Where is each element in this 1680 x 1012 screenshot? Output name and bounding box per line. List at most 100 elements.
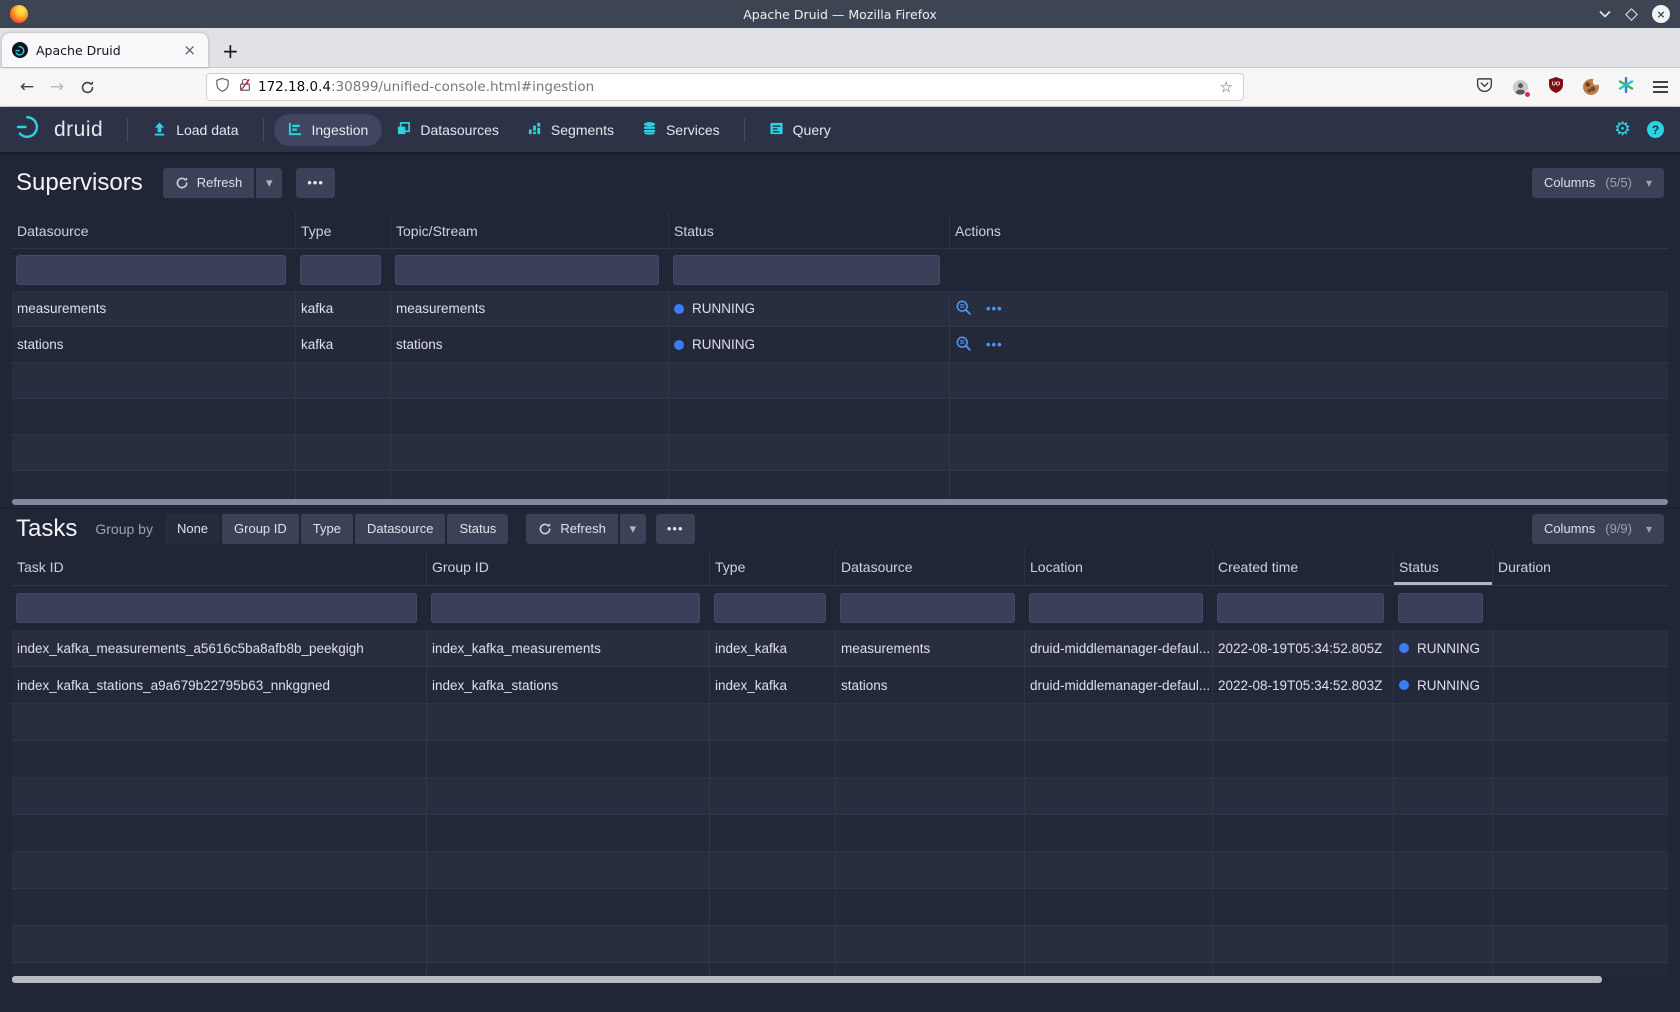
ublock-icon[interactable]: UO <box>1548 77 1564 97</box>
cookie-extension-icon[interactable] <box>1583 79 1599 95</box>
new-tab-button[interactable]: + <box>208 39 253 67</box>
url-text: 172.18.0.4:30899/unified-console.html#in… <box>258 79 1218 95</box>
reload-icon[interactable] <box>72 73 102 101</box>
task-col-datasource[interactable]: Datasource <box>836 548 1025 585</box>
supervisor-row[interactable]: measurements kafka measurements RUNNING … <box>12 291 1668 327</box>
task-row[interactable]: index_kafka_measurements_a5616c5ba8afb8b… <box>12 630 1668 667</box>
help-icon[interactable]: ? <box>1647 121 1664 138</box>
search-icon[interactable] <box>955 299 972 319</box>
account-extension-icon[interactable] <box>1512 79 1529 96</box>
group-by-button-group: None Group ID Type Datasource Status <box>165 514 508 544</box>
task-col-group-id[interactable]: Group ID <box>427 548 710 585</box>
task-col-status[interactable]: Status <box>1394 548 1493 585</box>
menu-icon[interactable] <box>1653 81 1668 93</box>
task-col-location[interactable]: Location <box>1025 548 1213 585</box>
supervisors-horizontal-scrollbar[interactable] <box>12 499 1668 508</box>
scrollbar-thumb[interactable] <box>12 499 1668 505</box>
ingestion-icon <box>288 121 303 139</box>
status-text: RUNNING <box>692 337 755 352</box>
search-icon[interactable] <box>955 335 972 355</box>
empty-row <box>12 399 1668 435</box>
settings-gear-icon[interactable]: ⚙ <box>1614 120 1631 139</box>
task-filter-created-time[interactable] <box>1217 593 1384 623</box>
refresh-icon <box>538 522 552 536</box>
sup-col-status[interactable]: Status <box>669 213 950 248</box>
sup-filter-datasource[interactable] <box>16 255 286 285</box>
task-filter-location[interactable] <box>1029 593 1203 623</box>
cell-type: kafka <box>296 327 391 362</box>
row-more-icon[interactable]: ••• <box>986 337 1003 352</box>
task-filter-status[interactable] <box>1398 593 1483 623</box>
task-filter-datasource[interactable] <box>840 593 1015 623</box>
nav-item-load-data[interactable]: Load data <box>138 114 252 146</box>
sup-filter-type[interactable] <box>300 255 381 285</box>
back-icon[interactable]: ← <box>12 73 42 101</box>
window-maximize-icon[interactable] <box>1625 8 1638 21</box>
group-by-label: Group by <box>95 521 153 537</box>
sup-col-topic[interactable]: Topic/Stream <box>391 213 669 248</box>
nav-item-segments[interactable]: Segments <box>513 114 628 146</box>
navbar-divider <box>263 118 264 142</box>
url-bar[interactable]: 172.18.0.4:30899/unified-console.html#in… <box>206 73 1244 101</box>
insecure-lock-icon[interactable] <box>238 77 252 97</box>
group-by-type-button[interactable]: Type <box>301 514 353 544</box>
cell-status: RUNNING <box>1394 667 1493 703</box>
druid-logo-icon <box>16 114 46 145</box>
sup-col-type[interactable]: Type <box>296 213 391 248</box>
asterisk-extension-icon[interactable] <box>1618 77 1634 97</box>
druid-brand[interactable]: druid <box>16 114 103 145</box>
cell-status: RUNNING <box>669 291 950 326</box>
tasks-refresh-caret-button[interactable]: ▾ <box>620 514 646 544</box>
empty-row <box>12 852 1668 889</box>
status-dot <box>674 304 684 314</box>
tab-bar: Apache Druid × + <box>0 28 1680 68</box>
supervisors-refresh-caret-button[interactable]: ▾ <box>256 168 282 198</box>
supervisors-more-button[interactable]: ••• <box>296 168 335 198</box>
task-col-created-time[interactable]: Created time <box>1213 548 1394 585</box>
sup-col-datasource[interactable]: Datasource <box>12 213 296 248</box>
nav-item-datasources[interactable]: Datasources <box>382 114 513 146</box>
pocket-icon[interactable] <box>1476 77 1493 97</box>
cell-type: index_kafka <box>710 630 836 666</box>
task-row[interactable]: index_kafka_stations_a9a679b22795b63_nnk… <box>12 667 1668 704</box>
group-by-group-id-button[interactable]: Group ID <box>222 514 299 544</box>
supervisors-refresh-button[interactable]: Refresh <box>163 168 255 198</box>
navbar-divider <box>127 118 128 142</box>
tab-close-icon[interactable]: × <box>179 41 200 59</box>
supervisors-columns-button[interactable]: Columns(5/5)▾ <box>1532 168 1664 198</box>
tab-apache-druid[interactable]: Apache Druid × <box>2 33 208 67</box>
scrollbar-thumb[interactable] <box>12 976 1602 983</box>
task-col-type[interactable]: Type <box>710 548 836 585</box>
tracking-shield-icon[interactable] <box>215 77 230 97</box>
supervisor-row[interactable]: stations kafka stations RUNNING ••• <box>12 327 1668 363</box>
nav-item-services[interactable]: Services <box>628 114 734 146</box>
task-filter-group-id[interactable] <box>431 593 700 623</box>
tasks-more-button[interactable]: ••• <box>656 514 695 544</box>
group-by-datasource-button[interactable]: Datasource <box>355 514 445 544</box>
bookmark-star-icon[interactable]: ☆ <box>1218 78 1235 96</box>
caret-down-icon: ▾ <box>1646 522 1652 536</box>
window-close-icon[interactable]: × <box>1652 5 1670 23</box>
nav-item-query[interactable]: Query <box>755 114 845 146</box>
task-filter-task-id[interactable] <box>16 593 417 623</box>
sup-filter-status[interactable] <box>673 255 940 285</box>
group-by-status-button[interactable]: Status <box>447 514 508 544</box>
nav-item-ingestion[interactable]: Ingestion <box>274 114 383 146</box>
nav-item-label: Load data <box>176 122 238 138</box>
empty-row <box>12 926 1668 963</box>
tasks-columns-button[interactable]: Columns(9/9)▾ <box>1532 514 1664 544</box>
empty-row <box>12 889 1668 926</box>
supervisors-section-bar: Supervisors Refresh ▾ ••• Columns(5/5)▾ <box>0 152 1680 213</box>
group-by-none-button[interactable]: None <box>165 514 220 544</box>
task-col-task-id[interactable]: Task ID <box>12 548 427 585</box>
tasks-refresh-button[interactable]: Refresh <box>526 514 618 544</box>
cell-datasource: measurements <box>836 630 1025 666</box>
row-more-icon[interactable]: ••• <box>986 301 1003 316</box>
task-filter-type[interactable] <box>714 593 826 623</box>
refresh-label: Refresh <box>197 175 243 190</box>
druid-wordmark: druid <box>54 118 103 142</box>
window-minimize-icon[interactable] <box>1599 10 1611 18</box>
tasks-horizontal-scrollbar[interactable] <box>12 976 1668 984</box>
sup-filter-topic[interactable] <box>395 255 659 285</box>
task-col-duration[interactable]: Duration <box>1493 548 1668 585</box>
